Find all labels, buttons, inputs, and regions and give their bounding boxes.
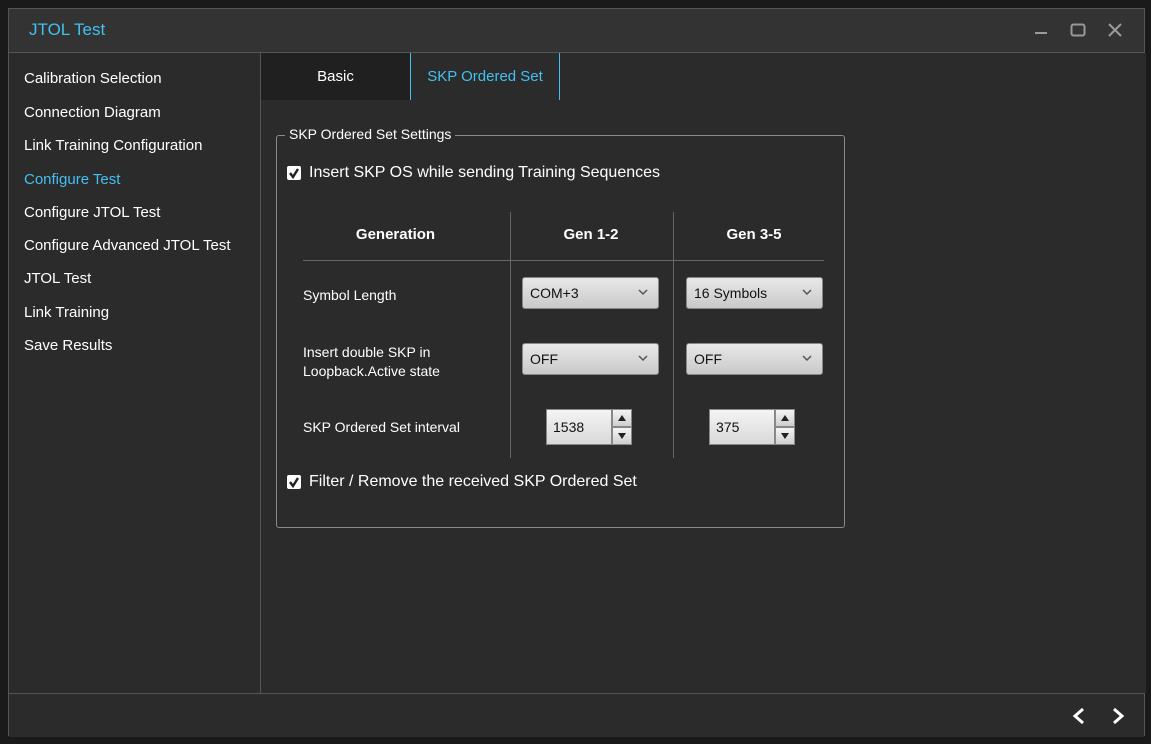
triangle-up-icon — [781, 415, 789, 421]
minimize-button[interactable] — [1027, 17, 1055, 43]
sidebar-item-jtol-test[interactable]: JTOL Test — [24, 270, 91, 287]
title-bar: JTOL Test — [9, 9, 1144, 53]
chevron-left-icon — [1072, 707, 1084, 725]
column-divider — [673, 212, 674, 458]
triangle-down-icon — [618, 433, 626, 439]
tab-skp-ordered-set[interactable]: SKP Ordered Set — [410, 53, 560, 100]
tab-basic[interactable]: Basic — [261, 53, 410, 100]
triangle-down-icon — [781, 433, 789, 439]
sidebar-item-configure-test[interactable]: Configure Test — [24, 171, 120, 188]
previous-button[interactable] — [1067, 704, 1091, 728]
dropdown-value: COM+3 — [530, 285, 579, 301]
minimize-icon — [1035, 32, 1047, 34]
app-window: JTOL Test Calibration Selection Connecti… — [8, 8, 1146, 737]
column-divider — [510, 212, 511, 458]
chevron-down-icon — [638, 355, 648, 362]
stepper-down-button[interactable] — [612, 427, 632, 445]
stepper-value[interactable]: 375 — [709, 409, 775, 445]
column-header-gen12: Gen 1-2 — [563, 226, 619, 243]
checkbox-checked-icon — [287, 475, 301, 489]
column-header-gen35: Gen 3-5 — [726, 226, 782, 243]
footer-bar — [9, 693, 1144, 737]
close-icon — [1108, 23, 1122, 37]
filter-skp-checkbox[interactable]: Filter / Remove the received SKP Ordered… — [287, 473, 637, 491]
dropdown-value: OFF — [530, 351, 558, 367]
close-button[interactable] — [1101, 17, 1129, 43]
symbol-length-label: Symbol Length — [303, 287, 397, 303]
sidebar-item-configure-jtol-test[interactable]: Configure JTOL Test — [24, 204, 160, 221]
stepper-up-button[interactable] — [612, 409, 632, 427]
chevron-down-icon — [638, 289, 648, 296]
insert-skp-checkbox[interactable]: Insert SKP OS while sending Training Seq… — [287, 164, 660, 182]
window-title: JTOL Test — [29, 20, 106, 39]
skp-settings-group: SKP Ordered Set Settings Insert SKP OS w… — [276, 126, 845, 528]
next-button[interactable] — [1106, 704, 1130, 728]
column-header-generation: Generation — [355, 226, 436, 243]
dropdown-value: 16 Symbols — [694, 285, 768, 301]
double-skp-gen35-dropdown[interactable]: OFF — [686, 343, 823, 375]
sidebar-nav: Calibration Selection Connection Diagram… — [9, 53, 261, 693]
sidebar-item-save-results[interactable]: Save Results — [24, 337, 112, 354]
checkbox-checked-icon — [287, 166, 301, 180]
maximize-icon — [1070, 23, 1086, 37]
stepper-up-button[interactable] — [775, 409, 795, 427]
main-panel: Basic SKP Ordered Set SKP Ordered Set Se… — [261, 53, 1146, 693]
maximize-button[interactable] — [1064, 17, 1092, 43]
tab-strip: Basic SKP Ordered Set — [261, 53, 1146, 100]
group-title: SKP Ordered Set Settings — [285, 126, 456, 142]
chevron-down-icon — [802, 289, 812, 296]
skp-interval-gen35-stepper[interactable]: 375 — [709, 409, 799, 445]
symbol-length-gen12-dropdown[interactable]: COM+3 — [522, 277, 659, 309]
sidebar-item-calibration-selection[interactable]: Calibration Selection — [24, 70, 162, 87]
double-skp-label-line2: Loopback.Active state — [303, 363, 440, 379]
chevron-down-icon — [802, 355, 812, 362]
symbol-length-gen35-dropdown[interactable]: 16 Symbols — [686, 277, 823, 309]
sidebar-item-connection-diagram[interactable]: Connection Diagram — [24, 104, 161, 121]
sidebar-item-configure-advanced-jtol-test[interactable]: Configure Advanced JTOL Test — [24, 237, 231, 254]
double-skp-label: Insert double SKP in Loopback.Active sta… — [303, 343, 440, 381]
chevron-right-icon — [1113, 707, 1125, 725]
header-divider — [303, 260, 824, 261]
double-skp-label-line1: Insert double SKP in — [303, 344, 431, 360]
insert-skp-label: Insert SKP OS while sending Training Seq… — [309, 164, 661, 181]
filter-skp-label: Filter / Remove the received SKP Ordered… — [309, 473, 637, 490]
stepper-value[interactable]: 1538 — [546, 409, 612, 445]
skp-interval-label: SKP Ordered Set interval — [303, 419, 460, 435]
skp-interval-gen12-stepper[interactable]: 1538 — [546, 409, 636, 445]
triangle-up-icon — [618, 415, 626, 421]
dropdown-value: OFF — [694, 351, 722, 367]
double-skp-gen12-dropdown[interactable]: OFF — [522, 343, 659, 375]
sidebar-item-link-training-configuration[interactable]: Link Training Configuration — [24, 137, 202, 154]
stepper-down-button[interactable] — [775, 427, 795, 445]
sidebar-item-link-training[interactable]: Link Training — [24, 304, 109, 321]
